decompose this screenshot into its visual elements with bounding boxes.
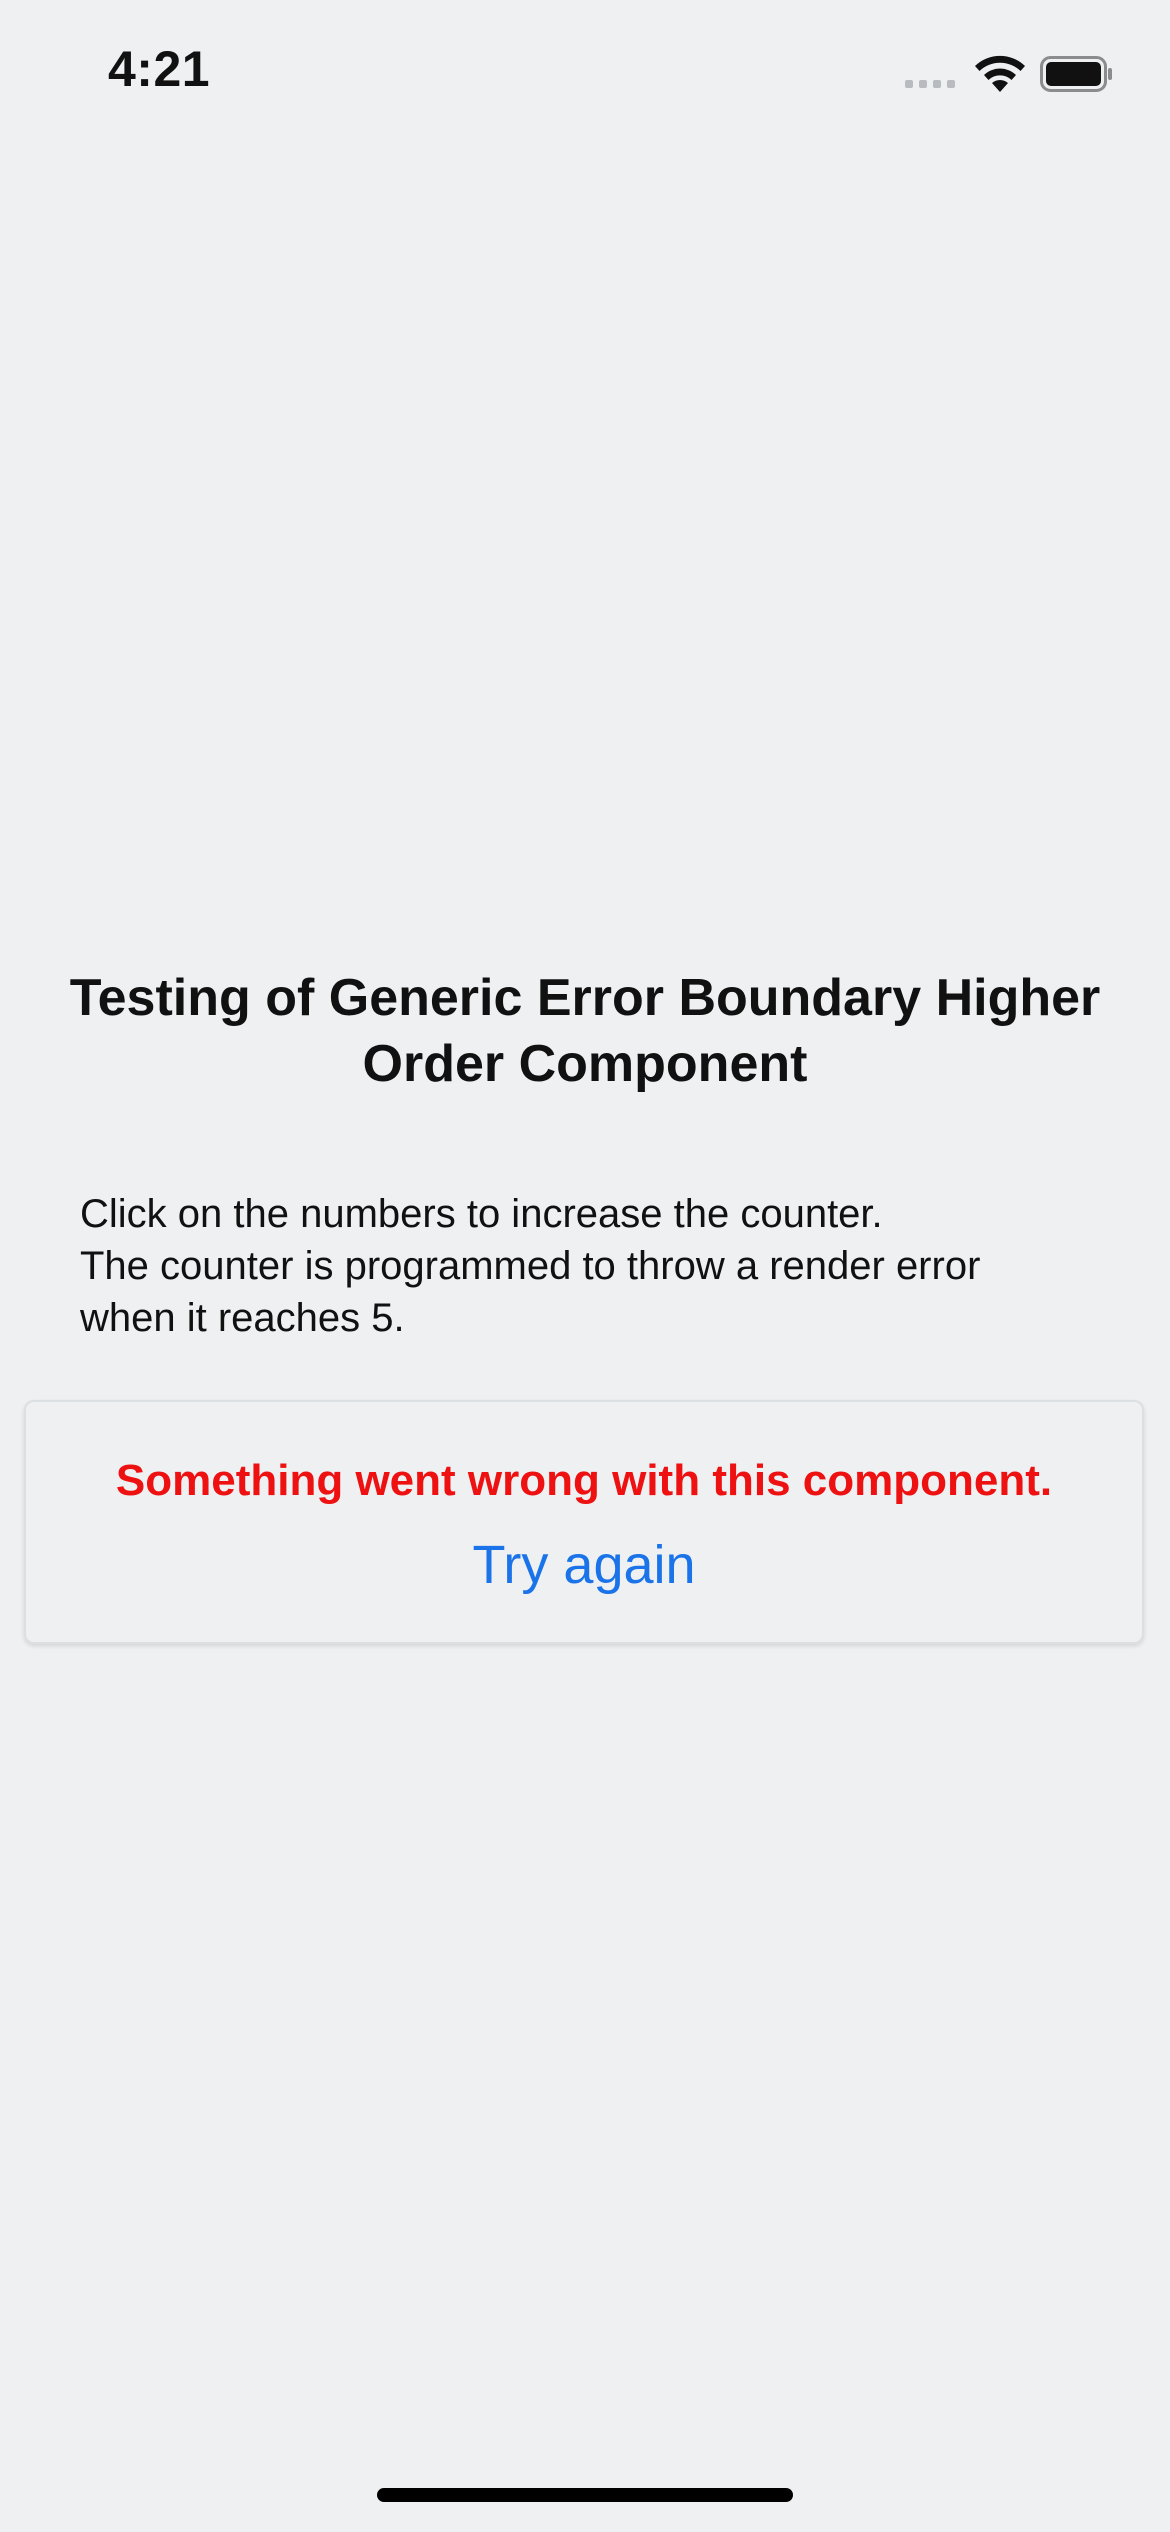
instructions-line-2: The counter is programmed to throw a ren… (80, 1244, 981, 1288)
status-bar: 4:21 (0, 0, 1170, 150)
instructions-line-1: Click on the numbers to increase the cou… (80, 1192, 883, 1236)
battery-icon (1040, 56, 1112, 92)
wifi-icon (975, 55, 1025, 92)
error-boundary-card: Something went wrong with this component… (24, 1400, 1144, 1644)
instructions-text: Click on the numbers to increase the cou… (80, 1188, 1100, 1344)
instructions-line-3: when it reaches 5. (80, 1296, 405, 1340)
try-again-button[interactable]: Try again (462, 1534, 705, 1596)
page-title: Testing of Generic Error Boundary Higher… (69, 969, 1101, 1093)
error-message: Something went wrong with this component… (115, 1456, 1053, 1505)
cellular-signal-icon (905, 80, 955, 88)
status-time: 4:21 (108, 41, 211, 97)
home-indicator[interactable] (377, 2488, 793, 2502)
